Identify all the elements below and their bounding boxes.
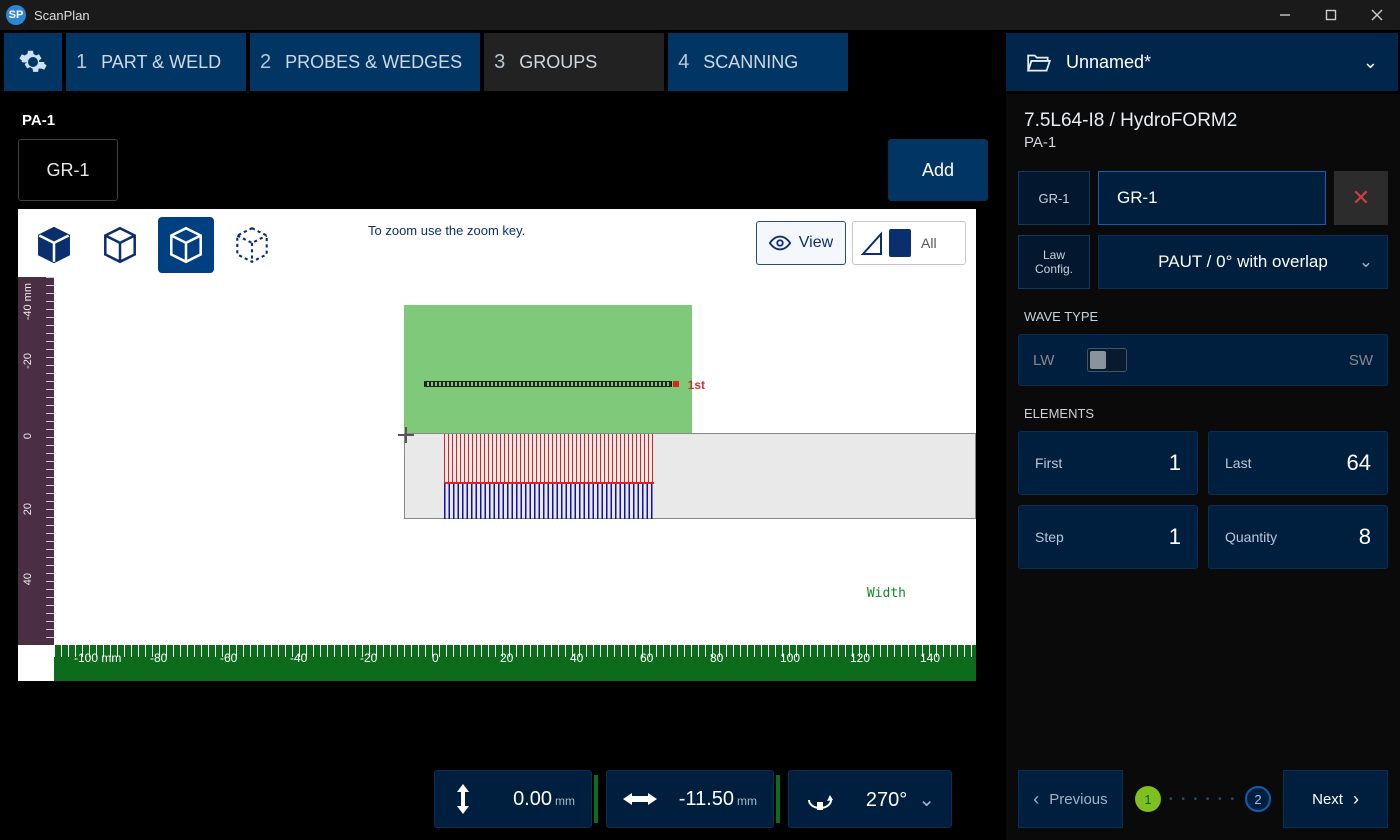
element-array: 1st [424, 381, 672, 387]
maximize-button[interactable] [1308, 0, 1354, 30]
law-config-label: LawConfig. [1018, 235, 1090, 289]
step-indicator: 1 • • • • • • 2 [1131, 786, 1275, 812]
group-chip[interactable]: GR-1 [18, 139, 118, 201]
last-element-input[interactable]: Last64 [1208, 431, 1388, 495]
wave-type-toggle[interactable]: LW SW [1018, 334, 1388, 386]
view3d-4-button[interactable] [224, 217, 280, 273]
view3d-1-button[interactable] [26, 217, 82, 273]
probe-icon [889, 229, 911, 257]
step-dot-2[interactable]: 2 [1245, 786, 1271, 812]
horizontal-offset-control[interactable]: -11.50mm [606, 770, 774, 828]
beams-bottom [444, 484, 654, 519]
panel-title: 7.5L64-I8 / HydroFORM2 [1024, 110, 1382, 132]
view3d-2-button[interactable] [92, 217, 148, 273]
group-header: PA-1 [22, 112, 988, 129]
app-logo: SP [6, 5, 26, 25]
all-toggle[interactable]: All [852, 221, 966, 265]
quantity-element-input[interactable]: Quantity8 [1208, 505, 1388, 569]
title-bar: SP ScanPlan [0, 0, 1400, 30]
drawing-area[interactable]: 1st Width [54, 277, 976, 645]
canvas[interactable]: To zoom use the zoom key. View All -40 m… [18, 209, 976, 681]
tab-probes-wedges[interactable]: 2PROBES & WEDGES [250, 33, 480, 91]
previous-button[interactable]: ‹Previous [1018, 770, 1123, 828]
toggle-switch[interactable] [1087, 348, 1127, 372]
origin-marker [398, 427, 414, 443]
chevron-down-icon: ⌄ [1359, 252, 1373, 272]
elements-heading: ELEMENTS [1024, 406, 1388, 421]
add-button[interactable]: Add [888, 139, 988, 201]
chevron-down-icon: ⌄ [1363, 52, 1378, 73]
first-element-input[interactable]: First1 [1018, 431, 1198, 495]
group-name-input[interactable]: GR-1 [1098, 171, 1326, 225]
probe-rect: 1st [404, 305, 692, 433]
folder-open-icon [1026, 51, 1052, 73]
delete-group-button[interactable]: ✕ [1334, 171, 1388, 225]
view-button[interactable]: View [756, 221, 846, 265]
vertical-arrows-icon [451, 784, 475, 814]
eye-icon [769, 235, 791, 251]
tab-groups[interactable]: 3GROUPS [484, 33, 664, 91]
beams-top [444, 434, 654, 483]
app-title: ScanPlan [34, 8, 1262, 23]
zoom-hint: To zoom use the zoom key. [368, 223, 525, 238]
width-label: Width [867, 586, 906, 601]
file-dropdown[interactable]: Unnamed* ⌄ [1006, 33, 1398, 91]
horizontal-arrows-icon [623, 788, 657, 810]
minimize-button[interactable] [1262, 0, 1308, 30]
rotation-control[interactable]: 270°⌄ [788, 770, 952, 828]
workspace: PA-1 GR-1 Add To zoom use the zoom key. … [0, 94, 1006, 840]
vertical-ruler: -40 mm -20 0 20 40 [18, 277, 54, 645]
side-panel: 7.5L64-I8 / HydroFORM2 PA-1 GR-1 GR-1 ✕ … [1006, 94, 1400, 840]
close-button[interactable] [1354, 0, 1400, 30]
rotate-icon [805, 786, 835, 812]
panel-subtitle: PA-1 [1024, 134, 1382, 151]
step-element-input[interactable]: Step1 [1018, 505, 1198, 569]
view3d-3-button[interactable] [158, 217, 214, 273]
wedge-icon [861, 230, 883, 256]
vertical-offset-control[interactable]: 0.00mm [434, 770, 592, 828]
horizontal-ruler: -100 mm -80 -60 -40 -20 0 20 40 60 80 10… [54, 645, 976, 681]
step-dot-1[interactable]: 1 [1135, 786, 1161, 812]
tab-part-weld[interactable]: 1PART & WELD [66, 33, 246, 91]
next-button[interactable]: Next› [1283, 770, 1388, 828]
settings-button[interactable] [4, 33, 62, 91]
group-id-label: GR-1 [1018, 171, 1090, 225]
file-name: Unnamed* [1066, 52, 1363, 73]
law-config-select[interactable]: PAUT / 0° with overlap⌄ [1098, 235, 1388, 289]
wave-type-heading: WAVE TYPE [1024, 309, 1388, 324]
tab-scanning[interactable]: 4SCANNING [668, 33, 848, 91]
